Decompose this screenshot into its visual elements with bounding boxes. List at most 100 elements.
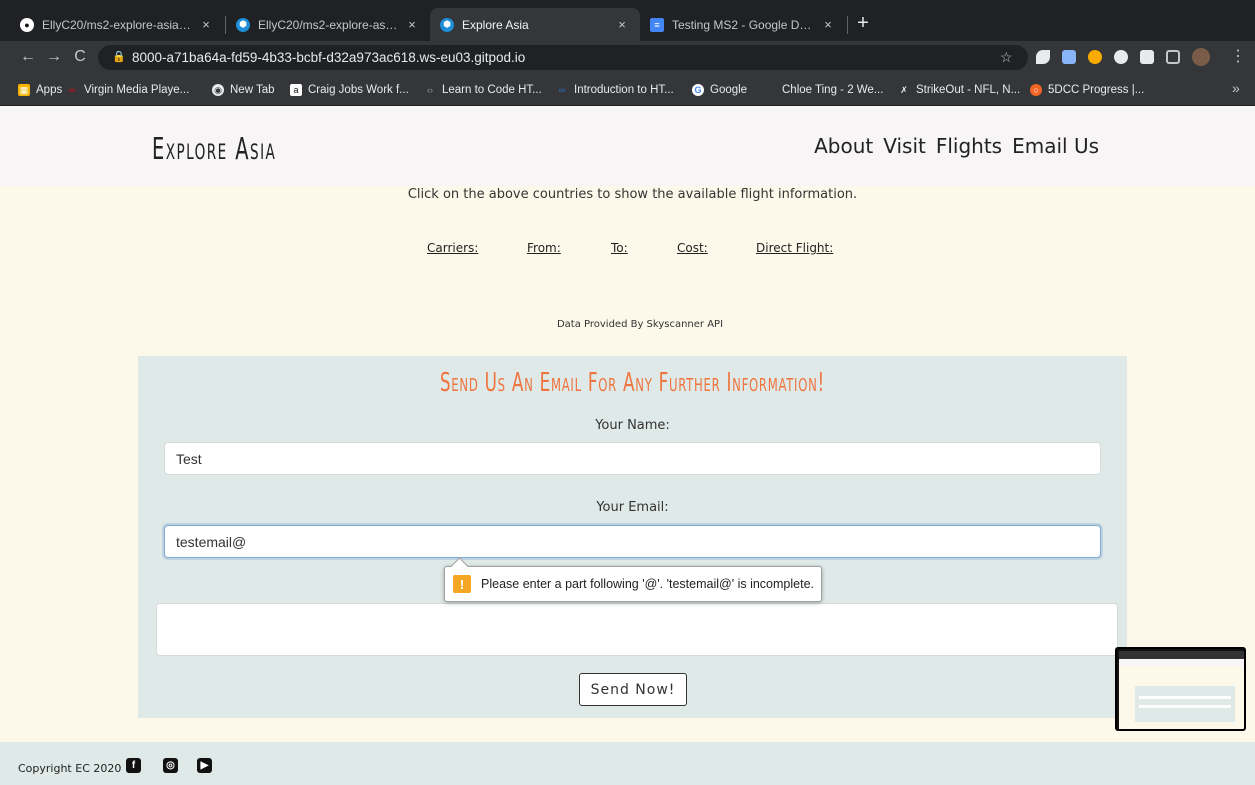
bookmark-google[interactable]: G Google xyxy=(692,82,747,98)
nav-flights[interactable]: Flights xyxy=(936,134,1002,158)
5dcc-icon: ○ xyxy=(1030,84,1042,96)
reload-icon[interactable]: C xyxy=(70,47,90,67)
new-tab-button[interactable]: + xyxy=(852,12,874,34)
bookmark-introduction[interactable]: ∞ Introduction to HT... xyxy=(556,82,674,98)
bookmark-label: 5DCC Progress |... xyxy=(1048,84,1145,96)
forward-icon[interactable]: → xyxy=(44,47,64,67)
google-docs-icon: ≡ xyxy=(650,17,664,32)
bookmark-label: StrikeOut - NFL, N... xyxy=(916,84,1021,96)
email-input[interactable]: testemail@ xyxy=(164,525,1101,558)
apps-grid-icon: ▦ xyxy=(18,84,30,96)
back-icon[interactable]: ← xyxy=(18,47,38,67)
screenshot-thumbnail[interactable] xyxy=(1115,647,1246,731)
bookmark-virgin-media[interactable]: ∞ Virgin Media Playe... xyxy=(66,82,189,98)
address-bar[interactable]: 🔒 8000-a71ba64a-fd59-4b33-bcbf-d32a973ac… xyxy=(98,45,1028,70)
nav-about[interactable]: About xyxy=(814,134,873,158)
close-icon[interactable]: × xyxy=(614,17,630,32)
browser-tab-explore-asia[interactable]: ⬢ Explore Asia × xyxy=(430,8,640,41)
bookmark-label: New Tab xyxy=(230,84,275,96)
bookmark-apps[interactable]: ▦ Apps xyxy=(18,82,62,98)
site-brand[interactable]: Explore Asia xyxy=(152,132,276,167)
tab-title: Explore Asia xyxy=(462,17,529,32)
avatar[interactable] xyxy=(1192,48,1210,66)
bookmark-label: Google xyxy=(710,84,748,96)
send-now-button[interactable]: Send Now! xyxy=(579,673,687,706)
strikeout-icon: ✗ xyxy=(900,85,908,95)
name-label: Your Name: xyxy=(595,418,670,433)
email-validation-tooltip: ! Please enter a part following '@'. 'te… xyxy=(444,566,822,602)
amazon-icon: a xyxy=(290,84,302,96)
close-icon[interactable]: × xyxy=(404,17,420,32)
email-form-title: Send Us An Email For Any Further Informa… xyxy=(138,368,1127,398)
validation-message: Please enter a part following '@'. 'test… xyxy=(481,577,814,591)
google-icon: G xyxy=(692,84,704,96)
facebook-icon[interactable]: f xyxy=(126,758,141,773)
coursera-icon: ∞ xyxy=(558,85,566,95)
email-form-section: Send Us An Email For Any Further Informa… xyxy=(138,356,1127,718)
gitpod-icon: ⬢ xyxy=(440,17,454,32)
browser-toolbar: ← → C 🔒 8000-a71ba64a-fd59-4b33-bcbf-d32… xyxy=(0,41,1255,74)
header-to: To: xyxy=(611,241,628,255)
browser-tab-gitpod[interactable]: ⬢ EllyC20/ms2-explore-asia - ms2 × xyxy=(226,8,430,41)
thumbnail-form xyxy=(1135,686,1235,722)
bookmark-strikeout[interactable]: ✗ StrikeOut - NFL, N... xyxy=(898,82,1020,98)
tab-title: EllyC20/ms2-explore-asia - ms2 xyxy=(258,17,398,32)
site-header: Explore Asia About Visit Flights Email U… xyxy=(0,106,1255,186)
nav-email-us[interactable]: Email Us xyxy=(1012,134,1099,158)
bookmarks-overflow-icon[interactable]: » xyxy=(1232,80,1240,96)
close-icon[interactable]: × xyxy=(820,17,836,32)
bookmark-new-tab[interactable]: ◉ New Tab xyxy=(212,82,275,98)
bookmark-label: Chloe Ting - 2 We... xyxy=(782,84,884,96)
bookmark-label: Apps xyxy=(36,84,63,96)
tab-title: EllyC20/ms2-explore-asia: Ms2 xyxy=(42,17,192,32)
cast-icon[interactable] xyxy=(1166,50,1180,64)
browser-tab-google-docs[interactable]: ≡ Testing MS2 - Google Docs × xyxy=(640,8,846,41)
bookmark-label: Virgin Media Playe... xyxy=(84,84,190,96)
puzzle-icon[interactable] xyxy=(1140,50,1154,64)
bookmark-label: Craig Jobs Work f... xyxy=(308,84,409,96)
thumbnail-field xyxy=(1139,696,1231,699)
tab-separator xyxy=(847,16,848,34)
email-form-title-text: Send Us An Email For Any Further Informa… xyxy=(439,368,826,398)
thumbnail-field xyxy=(1139,705,1231,708)
message-textarea[interactable] xyxy=(156,603,1118,656)
bookmark-learn-to-code[interactable]: ‹› Learn to Code HT... xyxy=(424,82,542,98)
extension-icon[interactable] xyxy=(1088,50,1102,64)
bookmark-craig-jobs[interactable]: a Craig Jobs Work f... xyxy=(290,82,409,98)
bookmark-label: Introduction to HT... xyxy=(574,84,674,96)
bookmark-star-icon[interactable]: ☆ xyxy=(1000,50,1013,64)
copyright-text: Copyright EC 2020 xyxy=(18,762,122,775)
header-from: From: xyxy=(527,241,561,255)
header-direct-flight: Direct Flight: xyxy=(756,241,834,255)
data-credit: Data Provided By Skyscanner API xyxy=(556,319,724,330)
virgin-media-icon: ∞ xyxy=(68,85,76,95)
extension-icon[interactable] xyxy=(1062,50,1076,64)
site-footer: Copyright EC 2020 f ◎ ▶ xyxy=(0,742,1255,785)
github-icon: ● xyxy=(20,17,34,32)
header-carriers: Carriers: xyxy=(427,241,479,255)
code-icon: ‹› xyxy=(427,85,433,95)
site-nav: About Visit Flights Email Us xyxy=(814,134,1099,158)
browser-tab-github[interactable]: ● EllyC20/ms2-explore-asia: Ms2 × xyxy=(10,8,224,41)
tab-title: Testing MS2 - Google Docs xyxy=(672,17,814,32)
address-url: 8000-a71ba64a-fd59-4b33-bcbf-d32a973ac61… xyxy=(132,50,526,65)
name-input[interactable]: Test xyxy=(164,442,1101,475)
youtube-icon[interactable]: ▶ xyxy=(197,758,212,773)
bookmarks-bar: ▦ Apps ∞ Virgin Media Playe... ◉ New Tab… xyxy=(0,74,1255,106)
thumbnail-chrome xyxy=(1119,651,1244,659)
bookmark-chloe-ting[interactable]: Chloe Ting - 2 We... xyxy=(764,82,883,98)
browser-tab-bar: ● EllyC20/ms2-explore-asia: Ms2 × ⬢ Elly… xyxy=(0,0,1255,41)
bookmark-5dcc[interactable]: ○ 5DCC Progress |... xyxy=(1030,82,1144,98)
lock-icon: 🔒 xyxy=(112,51,126,63)
extension-icon[interactable] xyxy=(1114,50,1128,64)
header-cost: Cost: xyxy=(677,241,708,255)
gitpod-icon: ⬢ xyxy=(236,17,250,32)
menu-dots-icon[interactable]: ⋮ xyxy=(1228,47,1248,67)
globe-icon: ◉ xyxy=(212,84,224,96)
flights-instructions: Click on the above countries to show the… xyxy=(407,187,858,202)
extension-icon[interactable] xyxy=(1036,50,1050,64)
instagram-icon[interactable]: ◎ xyxy=(163,758,178,773)
nav-visit[interactable]: Visit xyxy=(883,134,926,158)
close-icon[interactable]: × xyxy=(198,17,214,32)
warning-icon: ! xyxy=(453,575,471,593)
